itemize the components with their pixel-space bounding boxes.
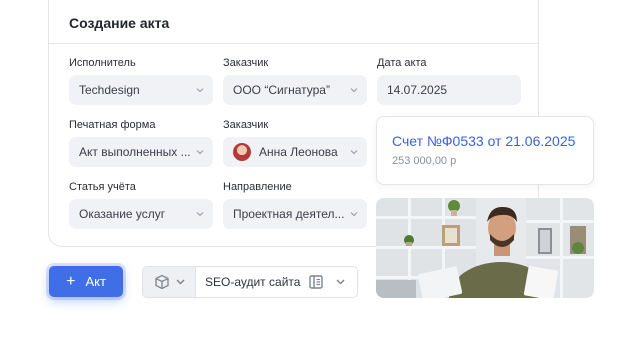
direction-value: Проектная деятел... [233, 207, 345, 221]
customer-label: Заказчик [223, 57, 269, 69]
executor-label: Исполнитель [69, 57, 136, 69]
customer-field: Заказчик ООО “Сигнатура” [223, 56, 367, 105]
customer-contact-value: Анна Леонова [259, 145, 338, 159]
type-dropdown[interactable] [143, 267, 196, 297]
executor-field: Исполнитель Techdesign [69, 56, 213, 105]
accounting-item-value: Оказание услуг [79, 207, 166, 221]
accounting-item-label: Статья учёта [69, 181, 136, 193]
chevron-down-icon [350, 88, 358, 93]
book-icon[interactable] [309, 275, 323, 289]
invoice-amount: 253 000,00 р [392, 155, 457, 167]
chevron-down-icon [196, 150, 204, 155]
accounting-item-field: Статья учёта Оказание услуг [69, 180, 213, 229]
invoice-card[interactable]: Счет №Ф0533 от 21.06.2025 253 000,00 р [376, 116, 594, 185]
print-form-label: Печатная форма [69, 119, 156, 131]
chevron-down-icon [196, 212, 204, 217]
customer-contact-select[interactable]: Анна Леонова [223, 137, 367, 167]
print-form-field: Печатная форма Акт выполненных ... [69, 118, 213, 167]
project-value[interactable]: SEO-аудит сайта [205, 275, 300, 289]
act-date-label: Дата акта [377, 57, 427, 69]
chevron-down-icon [350, 150, 358, 155]
executor-select[interactable]: Techdesign [69, 75, 213, 105]
act-date-input[interactable]: 14.07.2025 [377, 75, 521, 105]
accounting-item-select[interactable]: Оказание услуг [69, 199, 213, 229]
customer-contact-label: Заказчик [223, 119, 269, 131]
direction-select[interactable]: Проектная деятел... [223, 199, 367, 229]
customer-value: ООО “Сигнатура” [233, 83, 330, 97]
chevron-down-icon [176, 279, 185, 285]
add-act-button[interactable]: + Акт [49, 266, 123, 297]
act-date-value: 14.07.2025 [387, 83, 448, 97]
photo-illustration [376, 198, 594, 298]
box-icon [155, 274, 169, 290]
act-date-field: Дата акта 14.07.2025 [377, 56, 521, 105]
office-photo [376, 198, 594, 298]
customer-contact-field: Заказчик Анна Леонова [223, 118, 367, 167]
print-form-value: Акт выполненных ... [79, 145, 191, 159]
customer-select[interactable]: ООО “Сигнатура” [223, 75, 367, 105]
executor-value: Techdesign [79, 83, 140, 97]
print-form-select[interactable]: Акт выполненных ... [69, 137, 213, 167]
plus-icon: + [66, 272, 76, 290]
chevron-down-icon [350, 212, 358, 217]
direction-label: Направление [223, 181, 292, 193]
add-act-label: Акт [85, 274, 106, 289]
project-selector: SEO-аудит сайта [142, 266, 358, 298]
avatar [233, 142, 251, 161]
chevron-down-icon[interactable] [336, 278, 345, 286]
form-title: Создание акта [49, 0, 538, 44]
invoice-link[interactable]: Счет №Ф0533 от 21.06.2025 [392, 133, 575, 149]
chevron-down-icon [196, 88, 204, 93]
direction-field: Направление Проектная деятел... [223, 180, 367, 229]
